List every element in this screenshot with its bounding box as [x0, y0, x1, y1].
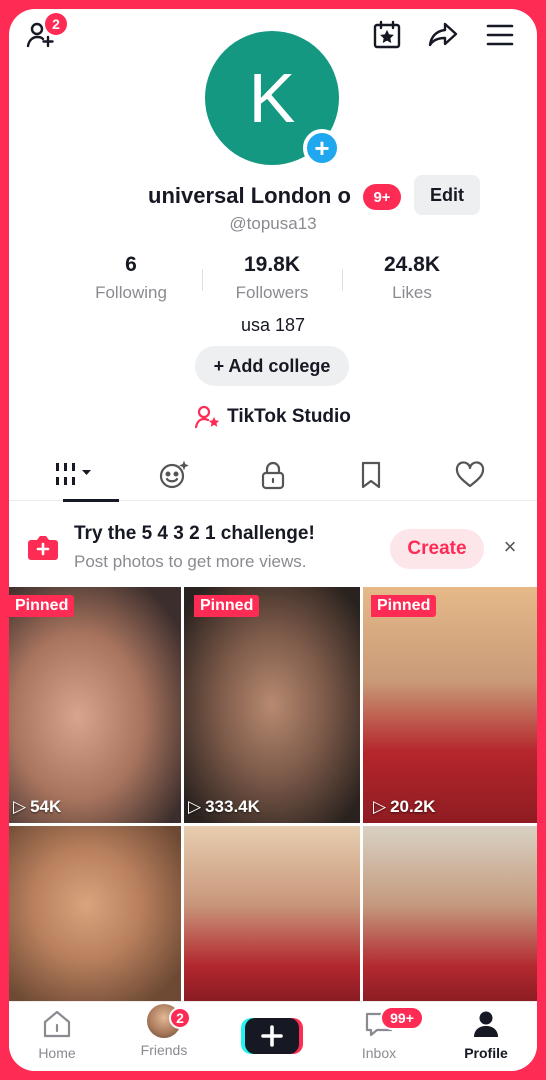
close-icon[interactable]: ×	[498, 534, 522, 562]
view-count: ▷ 333.4K	[188, 797, 260, 817]
add-college-button[interactable]: + Add college	[195, 346, 349, 386]
thumbnail-image	[363, 587, 537, 823]
videos-grid-icon	[56, 463, 91, 485]
nav-inbox[interactable]: 99+ Inbox	[334, 1006, 424, 1061]
challenge-title: Try the 5 4 3 2 1 challenge!	[74, 523, 315, 544]
tab-reposts[interactable]	[124, 449, 224, 501]
add-avatar-button[interactable]: +	[303, 129, 341, 167]
create-post-button[interactable]	[241, 1016, 303, 1056]
studio-label: TikTok Studio	[227, 406, 351, 427]
nav-label: Friends	[140, 1042, 188, 1058]
edit-profile-button[interactable]: Edit	[414, 175, 480, 215]
thumbnail-image	[184, 587, 360, 823]
share-icon[interactable]	[425, 17, 461, 53]
home-icon	[43, 1010, 71, 1038]
stat-likes[interactable]: 24.8K Likes	[342, 253, 482, 303]
active-tab-indicator	[63, 499, 119, 502]
studio-user-icon	[195, 405, 220, 429]
thumbnail-image	[363, 826, 537, 1001]
profile-screen: 2 K + universal London o 9+ Edit @topusa…	[9, 9, 537, 1071]
video-grid: Pinned ▷ 54K Pinned ▷ 333.4K Pinned ▷ 20.2K	[9, 587, 537, 1001]
stat-following[interactable]: 6 Following	[61, 253, 201, 303]
stat-label: Followers	[235, 283, 309, 302]
bottom-nav: Home 2 Friends 99+ Inbox Profile	[9, 1001, 537, 1071]
menu-icon[interactable]	[482, 17, 518, 53]
video-thumbnail[interactable]: Pinned ▷ 54K	[9, 587, 181, 823]
inbox-badge: 99+	[380, 1006, 424, 1030]
private-lock-icon	[261, 461, 285, 490]
notification-badge[interactable]: 9+	[363, 184, 401, 210]
content-tabs	[9, 449, 537, 502]
video-thumbnail[interactable]	[184, 826, 360, 1001]
friends-badge: 2	[169, 1007, 191, 1029]
view-count-text: 54K	[30, 797, 62, 816]
stat-label: Likes	[392, 283, 432, 302]
challenge-banner: Try the 5 4 3 2 1 challenge! Post photos…	[9, 514, 537, 582]
calendar-star-icon[interactable]	[369, 17, 405, 53]
bio-text: usa 187	[240, 315, 306, 335]
avatar-letter: K	[248, 59, 296, 137]
tiktok-studio-link[interactable]: TikTok Studio	[9, 405, 537, 429]
pinned-badge: Pinned	[9, 595, 75, 617]
nav-label: Profile	[464, 1045, 508, 1061]
challenge-subtitle: Post photos to get more views.	[74, 552, 307, 571]
view-count-text: 20.2K	[390, 797, 436, 816]
video-thumbnail[interactable]	[363, 826, 537, 1001]
username: @topusa13	[229, 214, 317, 233]
name-row: universal London o 9+ Edit	[9, 175, 537, 217]
nav-label: Home	[38, 1045, 76, 1061]
play-icon: ▷	[13, 797, 27, 816]
liked-heart-icon	[455, 461, 485, 488]
profile-icon	[474, 1011, 498, 1037]
nav-friends[interactable]: 2 Friends	[119, 1004, 209, 1058]
pinned-badge: Pinned	[371, 595, 437, 617]
thumbnail-image	[184, 826, 360, 1001]
thumbnail-image	[9, 587, 181, 823]
stat-label: Following	[95, 283, 167, 302]
view-count: ▷ 20.2K	[373, 797, 435, 817]
nav-profile[interactable]: Profile	[441, 1010, 531, 1061]
saved-bookmark-icon	[361, 461, 381, 489]
camera-plus-icon	[27, 534, 59, 562]
nav-label: Inbox	[361, 1045, 397, 1061]
plus-icon: +	[314, 133, 330, 163]
reposts-icon	[159, 460, 189, 489]
add-friends-icon[interactable]: 2	[23, 13, 67, 53]
video-thumbnail[interactable]: Pinned ▷ 333.4K	[184, 587, 360, 823]
view-count-text: 333.4K	[205, 797, 260, 816]
stat-value: 24.8K	[383, 253, 441, 276]
play-icon: ▷	[188, 797, 202, 816]
display-name: universal London o	[148, 183, 351, 208]
view-count: ▷ 54K	[13, 797, 61, 817]
tab-liked[interactable]	[420, 449, 520, 501]
pinned-badge: Pinned	[194, 595, 260, 617]
stat-value: 19.8K	[243, 253, 301, 276]
tab-private[interactable]	[223, 449, 323, 501]
profile-stats: 6 Following 19.8K Followers 24.8K Likes	[9, 253, 537, 313]
play-icon: ▷	[373, 797, 387, 816]
nav-home[interactable]: Home	[12, 1010, 102, 1061]
video-thumbnail[interactable]: Pinned ▷ 20.2K	[363, 587, 537, 823]
add-friends-badge: 2	[45, 13, 67, 35]
video-thumbnail[interactable]	[9, 826, 181, 1001]
tab-saved[interactable]	[321, 449, 421, 501]
stat-value: 6	[125, 253, 137, 276]
create-button[interactable]: Create	[390, 529, 484, 569]
tab-videos[interactable]	[25, 449, 125, 502]
stat-followers[interactable]: 19.8K Followers	[202, 253, 342, 303]
thumbnail-image	[9, 826, 181, 1001]
plus-icon	[241, 1018, 303, 1054]
